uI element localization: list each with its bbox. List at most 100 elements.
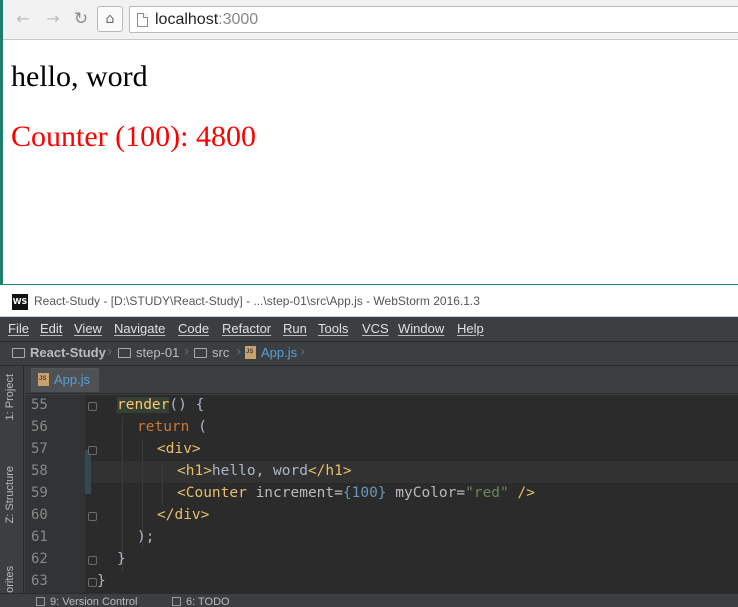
- code-line-62: }: [117, 551, 126, 567]
- code-token: }: [97, 573, 106, 589]
- folder-icon: [12, 348, 25, 358]
- back-button[interactable]: ←: [13, 9, 33, 29]
- code-line-56: return (: [137, 419, 207, 435]
- code-token: </div>: [157, 507, 210, 523]
- menu-tools[interactable]: Tools: [318, 321, 348, 336]
- menu-navigate[interactable]: Navigate: [114, 321, 165, 336]
- address-bar[interactable]: localhost:3000: [129, 6, 738, 33]
- code-line-58: <h1>hello, word</h1>: [177, 463, 352, 479]
- code-token: />: [508, 485, 535, 501]
- ide-titlebar: WS React-Study - [D:\STUDY\React-Study] …: [0, 285, 738, 317]
- version-control-label: 9: Version Control: [50, 596, 138, 607]
- code-editor[interactable]: render() { return ( <div> <h1>hello, wor…: [85, 395, 738, 593]
- tool-window-bar: 9: Version Control 6: TODO: [0, 593, 738, 607]
- window-title: React-Study - [D:\STUDY\React-Study] - .…: [34, 294, 480, 308]
- hello-heading: hello, word: [11, 60, 148, 93]
- chevron-right-icon: ›: [236, 344, 242, 360]
- structure-tool-tab[interactable]: Z: Structure: [4, 466, 16, 523]
- line-number: 58: [31, 463, 48, 479]
- url-text[interactable]: localhost:3000: [155, 11, 258, 29]
- arrow-left-icon: ←: [16, 9, 30, 28]
- code-token: render: [117, 397, 170, 413]
- line-number: 62: [31, 551, 48, 567]
- breadcrumb-step01[interactable]: step-01: [118, 345, 179, 360]
- tab-appjs[interactable]: App.js: [31, 368, 100, 392]
- todo-icon: [172, 597, 181, 606]
- version-control-tab[interactable]: 9: Version Control: [36, 596, 137, 607]
- menu-file[interactable]: File: [8, 321, 29, 336]
- chevron-right-icon: ›: [300, 344, 306, 360]
- fold-icon[interactable]: [88, 512, 97, 521]
- chevron-right-icon: ›: [107, 344, 113, 360]
- reload-button[interactable]: ↻: [71, 9, 91, 29]
- line-number: 63: [31, 573, 48, 589]
- code-line-63: }: [97, 573, 106, 589]
- code-line-57: <div>: [157, 441, 201, 457]
- breadcrumb: React-Study › step-01 › src › App.js ›: [0, 341, 738, 366]
- code-line-60: </div>: [157, 507, 209, 523]
- indent-guide: [122, 417, 123, 571]
- arrow-right-icon: →: [46, 9, 60, 28]
- line-number: 59: [31, 485, 48, 501]
- line-number: 61: [31, 529, 48, 545]
- code-token: }: [117, 551, 126, 567]
- menu-refactor[interactable]: Refactor: [222, 321, 271, 336]
- line-number: 60: [31, 507, 48, 523]
- webstorm-window: WS React-Study - [D:\STUDY\React-Study] …: [0, 284, 738, 607]
- code-line-59: <Counter increment={100} myColor="red" /…: [177, 485, 535, 501]
- indent-guide: [162, 461, 163, 505]
- todo-tab[interactable]: 6: TODO: [172, 596, 230, 607]
- todo-label: 6: TODO: [186, 596, 230, 607]
- breadcrumb-project-label: React-Study: [30, 345, 106, 360]
- menu-help[interactable]: Help: [457, 321, 484, 336]
- counter-text[interactable]: Counter (100): 4800: [11, 120, 256, 154]
- fold-icon[interactable]: [88, 556, 97, 565]
- reload-icon: ↻: [73, 9, 89, 29]
- project-tool-tab[interactable]: 1: Project: [4, 374, 16, 420]
- line-number-gutter: 55 56 57 58 59 60 61 62 63: [25, 395, 85, 593]
- favorites-tool-tab[interactable]: orites: [4, 566, 16, 593]
- tool-window-stripe: 1: Project Z: Structure orites: [0, 366, 24, 607]
- fold-icon[interactable]: [88, 578, 97, 587]
- code-token: </h1>: [307, 463, 352, 479]
- change-marker: [85, 450, 91, 494]
- code-line-61: );: [137, 529, 154, 545]
- breadcrumb-project[interactable]: React-Study: [12, 345, 106, 360]
- code-token: "red": [465, 485, 509, 501]
- folder-icon: [194, 348, 207, 358]
- code-token: );: [137, 529, 155, 545]
- project-tool-label: 1: Project: [4, 374, 16, 421]
- code-token: <h1>: [177, 463, 212, 479]
- menu-code[interactable]: Code: [178, 321, 209, 336]
- code-token: (: [189, 419, 207, 435]
- line-number: 56: [31, 419, 48, 435]
- breadcrumb-appjs[interactable]: App.js: [245, 345, 297, 360]
- code-token: myColor=: [386, 485, 466, 501]
- line-number: 55: [31, 397, 48, 413]
- line-number: 57: [31, 441, 48, 457]
- code-line-55: render() {: [117, 397, 204, 413]
- structure-tool-label: Z: Structure: [4, 466, 16, 524]
- tab-appjs-label: App.js: [54, 372, 91, 387]
- menu-view[interactable]: View: [74, 321, 102, 336]
- url-host: localhost: [155, 11, 219, 28]
- home-button[interactable]: ⌂: [97, 6, 123, 32]
- menu-window[interactable]: Window: [398, 321, 444, 336]
- page-content: hello, word Counter (100): 4800: [11, 60, 256, 154]
- browser-window: ← → ↻ ⌂ localhost:3000 hello, word Count…: [0, 0, 738, 284]
- menu-run[interactable]: Run: [283, 321, 307, 336]
- folder-icon: [118, 348, 131, 358]
- fold-icon[interactable]: [88, 446, 97, 455]
- code-token: {100}: [342, 485, 387, 501]
- favorites-tool-label: orites: [4, 566, 16, 593]
- breadcrumb-src[interactable]: src: [194, 345, 229, 360]
- fold-icon[interactable]: [88, 402, 97, 411]
- chevron-right-icon: ›: [184, 344, 190, 360]
- menu-bar: File Edit View Navigate Code Refactor Ru…: [0, 317, 738, 341]
- js-file-icon: [38, 373, 49, 386]
- menu-vcs[interactable]: VCS: [362, 321, 389, 336]
- code-token: () {: [169, 397, 205, 413]
- forward-button[interactable]: →: [43, 9, 63, 29]
- browser-toolbar: ← → ↻ ⌂ localhost:3000: [3, 0, 738, 40]
- menu-edit[interactable]: Edit: [40, 321, 62, 336]
